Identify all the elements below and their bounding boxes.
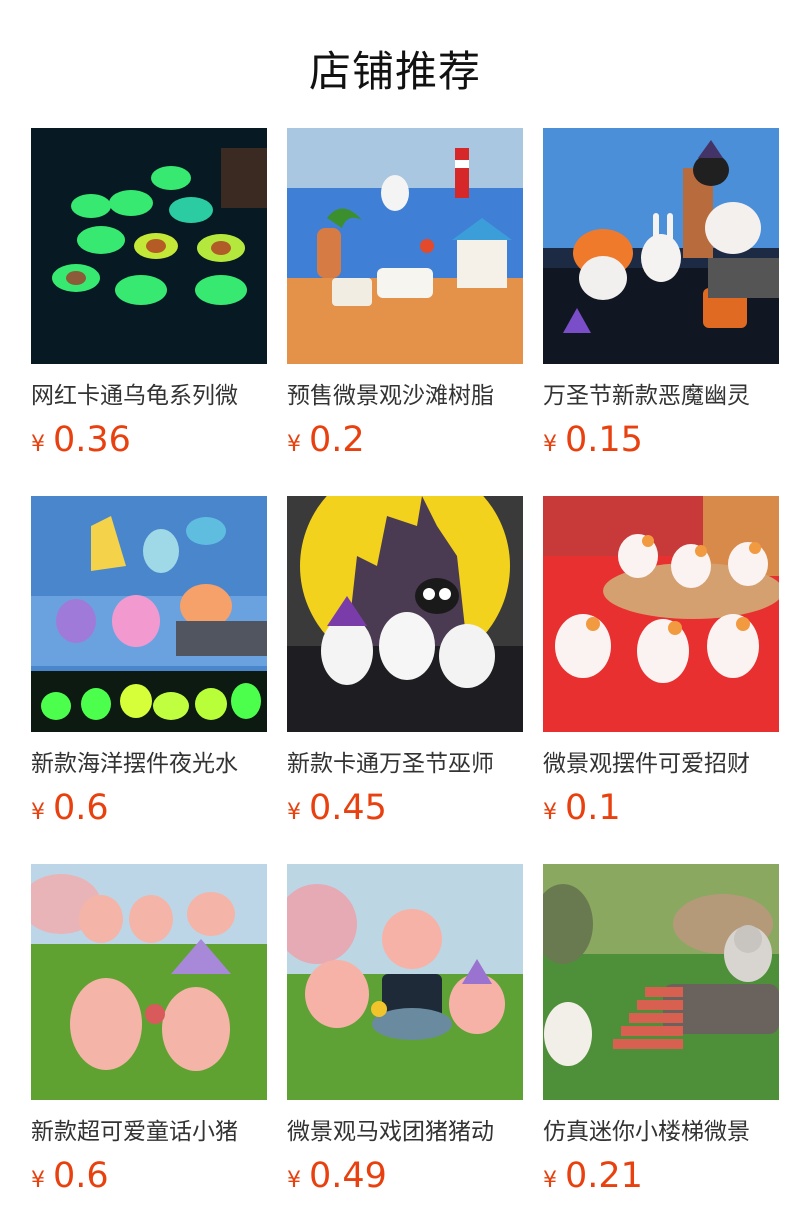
product-image[interactable] <box>287 864 523 1100</box>
currency-symbol: ¥ <box>287 1168 301 1193</box>
product-card[interactable]: 新款海洋摆件夜光水 ¥0.6 <box>31 496 267 831</box>
product-image[interactable] <box>31 496 267 732</box>
price-value: 0.49 <box>309 1156 387 1196</box>
product-price: ¥0.15 <box>543 418 643 462</box>
product-name[interactable]: 网红卡通乌龟系列微 <box>31 380 267 412</box>
product-card[interactable]: 新款超可爱童话小猪 ¥0.6 <box>31 864 267 1199</box>
product-name[interactable]: 新款卡通万圣节巫师 <box>287 748 523 780</box>
price-value: 0.21 <box>565 1156 643 1196</box>
product-card[interactable]: 万圣节新款恶魔幽灵 ¥0.15 <box>543 128 779 463</box>
currency-symbol: ¥ <box>31 432 45 457</box>
product-image[interactable] <box>287 128 523 364</box>
currency-symbol: ¥ <box>543 432 557 457</box>
product-name[interactable]: 微景观摆件可爱招财 <box>543 748 779 780</box>
currency-symbol: ¥ <box>287 800 301 825</box>
product-card[interactable]: 微景观摆件可爱招财 ¥0.1 <box>543 496 779 831</box>
product-image[interactable] <box>543 128 779 364</box>
product-name[interactable]: 预售微景观沙滩树脂 <box>287 380 523 412</box>
product-price: ¥0.6 <box>31 1154 109 1198</box>
price-value: 0.2 <box>309 420 365 460</box>
product-price: ¥0.36 <box>31 418 131 462</box>
product-card[interactable]: 微景观马戏团猪猪动 ¥0.49 <box>287 864 523 1199</box>
currency-symbol: ¥ <box>543 1168 557 1193</box>
product-card[interactable]: 网红卡通乌龟系列微 ¥0.36 <box>31 128 267 463</box>
price-value: 0.45 <box>309 788 387 828</box>
price-value: 0.6 <box>53 1156 109 1196</box>
currency-symbol: ¥ <box>287 432 301 457</box>
product-price: ¥0.45 <box>287 786 387 830</box>
currency-symbol: ¥ <box>31 800 45 825</box>
product-image[interactable] <box>287 496 523 732</box>
product-price: ¥0.1 <box>543 786 621 830</box>
product-name[interactable]: 新款海洋摆件夜光水 <box>31 748 267 780</box>
price-value: 0.15 <box>565 420 643 460</box>
product-name[interactable]: 微景观马戏团猪猪动 <box>287 1116 523 1148</box>
price-value: 0.36 <box>53 420 131 460</box>
product-price: ¥0.6 <box>31 786 109 830</box>
product-price: ¥0.49 <box>287 1154 387 1198</box>
product-image[interactable] <box>31 128 267 364</box>
product-card[interactable]: 仿真迷你小楼梯微景 ¥0.21 <box>543 864 779 1199</box>
product-image[interactable] <box>543 864 779 1100</box>
price-value: 0.1 <box>565 788 621 828</box>
product-grid: 网红卡通乌龟系列微 ¥0.36 预售微景观沙滩树脂 ¥ 0.2 万圣节新款恶魔幽… <box>31 128 779 1228</box>
product-price: ¥0.21 <box>543 1154 643 1198</box>
product-card[interactable]: 新款卡通万圣节巫师 ¥0.45 <box>287 496 523 831</box>
price-value: 0.6 <box>53 788 109 828</box>
product-name[interactable]: 仿真迷你小楼梯微景 <box>543 1116 779 1148</box>
product-price: ¥0.2 <box>287 418 365 462</box>
page-title: 店铺推荐 <box>308 47 481 96</box>
product-card[interactable]: 预售微景观沙滩树脂 ¥0.2 <box>287 128 523 463</box>
product-image[interactable] <box>31 864 267 1100</box>
product-name[interactable]: 万圣节新款恶魔幽灵 <box>543 380 779 412</box>
currency-symbol: ¥ <box>31 1168 45 1193</box>
product-name[interactable]: 新款超可爱童话小猪 <box>31 1116 267 1148</box>
currency-symbol: ¥ <box>543 800 557 825</box>
product-image[interactable] <box>543 496 779 732</box>
